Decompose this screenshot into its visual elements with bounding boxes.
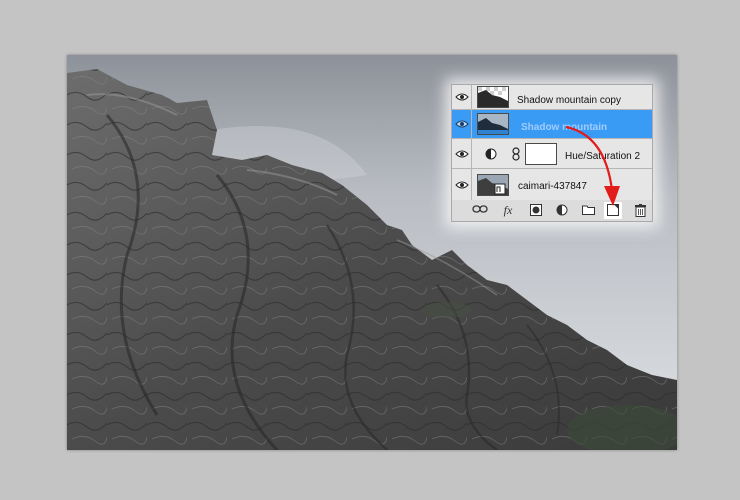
visibility-toggle[interactable]	[452, 169, 472, 200]
eye-icon	[455, 93, 469, 101]
layer-row-shadow-mountain-copy[interactable]: Shadow mountain copy	[452, 85, 652, 110]
layer-row-shadow-mountain[interactable]: Shadow mountain	[452, 110, 652, 139]
new-layer-icon[interactable]	[604, 202, 622, 219]
eye-icon	[455, 120, 469, 128]
visibility-toggle[interactable]	[452, 110, 472, 138]
eye-icon	[455, 150, 469, 157]
layer-thumbnail	[477, 174, 509, 196]
adjustment-layer-icon	[485, 148, 497, 160]
mask-icon[interactable]	[529, 204, 543, 217]
visibility-toggle[interactable]	[452, 139, 472, 168]
link-icon[interactable]	[471, 204, 489, 217]
eye-icon	[455, 181, 469, 188]
fx-icon[interactable]: fx	[500, 204, 516, 217]
adjustment-icon[interactable]	[555, 204, 569, 217]
chain-link-icon[interactable]	[512, 147, 520, 161]
layer-name: caimari-437847	[518, 181, 587, 192]
trash-icon[interactable]	[633, 204, 647, 217]
visibility-toggle[interactable]	[452, 85, 472, 109]
layer-row-hue-saturation-2[interactable]: Hue/Saturation 2	[452, 139, 652, 169]
layer-thumbnail	[477, 86, 509, 108]
folder-icon[interactable]	[581, 204, 595, 217]
layer-name: Shadow mountain	[521, 122, 608, 133]
layer-name: Shadow mountain copy	[517, 95, 621, 106]
layer-mask-thumbnail[interactable]	[525, 143, 557, 165]
layers-panel-footer: fx	[452, 200, 652, 221]
layer-thumbnail	[477, 113, 509, 135]
layer-row-caimari-437847[interactable]: caimari-437847	[452, 169, 652, 200]
layer-name: Hue/Saturation 2	[565, 151, 641, 162]
layers-panel: Shadow mountain copy Shadow mountain Hue…	[451, 84, 653, 222]
